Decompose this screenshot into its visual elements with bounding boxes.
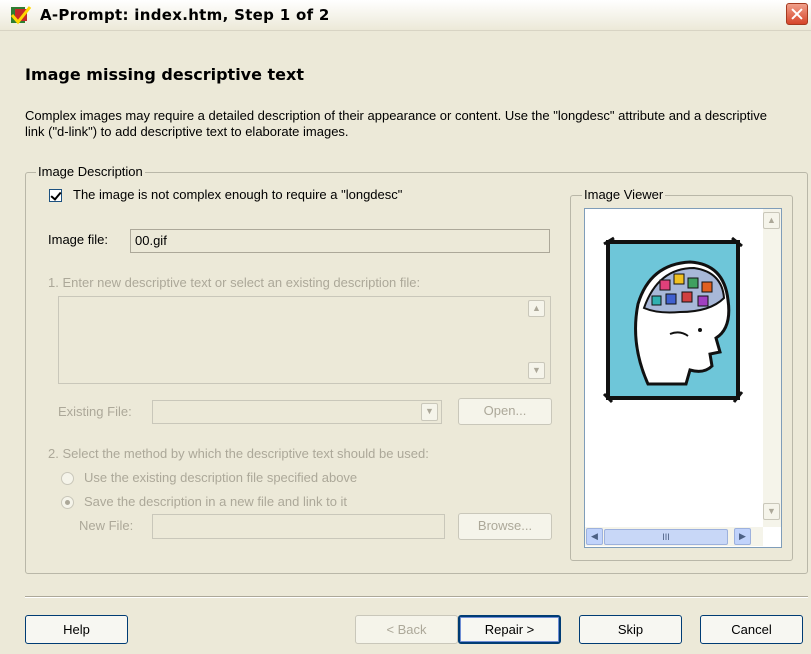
- head-clipart-image: [602, 236, 744, 404]
- image-file-field: 00.gif: [130, 229, 550, 253]
- help-button[interactable]: Help: [25, 615, 128, 644]
- use-existing-radio[interactable]: [61, 472, 74, 485]
- viewer-scroll-right-icon[interactable]: ▶: [734, 528, 751, 545]
- use-existing-radio-label: Use the existing description file specif…: [84, 470, 358, 485]
- bottom-divider: [25, 596, 808, 598]
- back-button[interactable]: < Back: [355, 615, 458, 644]
- new-file-label: New File:: [79, 518, 134, 533]
- description-textarea[interactable]: [58, 296, 551, 384]
- not-complex-checkbox[interactable]: [49, 189, 62, 202]
- save-new-radio[interactable]: [61, 496, 74, 509]
- textarea-scroll-up-icon[interactable]: ▲: [528, 300, 545, 317]
- step1-label: 1. Enter new descriptive text or select …: [48, 275, 421, 290]
- close-icon[interactable]: [786, 3, 808, 25]
- page-description: Complex images may require a detailed de…: [25, 108, 767, 139]
- viewer-scroll-left-icon[interactable]: ◀: [586, 528, 603, 545]
- step2-label: 2. Select the method by which the descri…: [48, 446, 429, 461]
- window-title: A-Prompt: index.htm, Step 1 of 2: [40, 6, 330, 24]
- skip-button[interactable]: Skip: [579, 615, 682, 644]
- dropdown-arrow-icon[interactable]: ▼: [421, 403, 438, 421]
- not-complex-checkbox-label: The image is not complex enough to requi…: [73, 187, 403, 202]
- viewer-hscroll-thumb[interactable]: III: [604, 529, 728, 545]
- app-checkmark-icon: [10, 6, 32, 25]
- new-file-field[interactable]: [152, 514, 445, 539]
- existing-file-label: Existing File:: [58, 404, 132, 419]
- viewer-vscrollbar[interactable]: [763, 209, 781, 527]
- image-viewer-legend: Image Viewer: [582, 187, 666, 202]
- open-button[interactable]: Open...: [458, 398, 552, 425]
- browse-button[interactable]: Browse...: [458, 513, 552, 540]
- repair-button[interactable]: Repair >: [458, 615, 561, 644]
- cancel-button[interactable]: Cancel: [700, 615, 803, 644]
- image-description-legend: Image Description: [36, 164, 145, 179]
- existing-file-dropdown[interactable]: [152, 400, 442, 424]
- viewer-scroll-down-icon[interactable]: ▼: [763, 503, 780, 520]
- page-heading: Image missing descriptive text: [25, 65, 304, 84]
- textarea-scroll-down-icon[interactable]: ▼: [528, 362, 545, 379]
- image-file-label: Image file:: [48, 232, 108, 247]
- viewer-scroll-up-icon[interactable]: ▲: [763, 212, 780, 229]
- save-new-radio-label: Save the description in a new file and l…: [84, 494, 348, 509]
